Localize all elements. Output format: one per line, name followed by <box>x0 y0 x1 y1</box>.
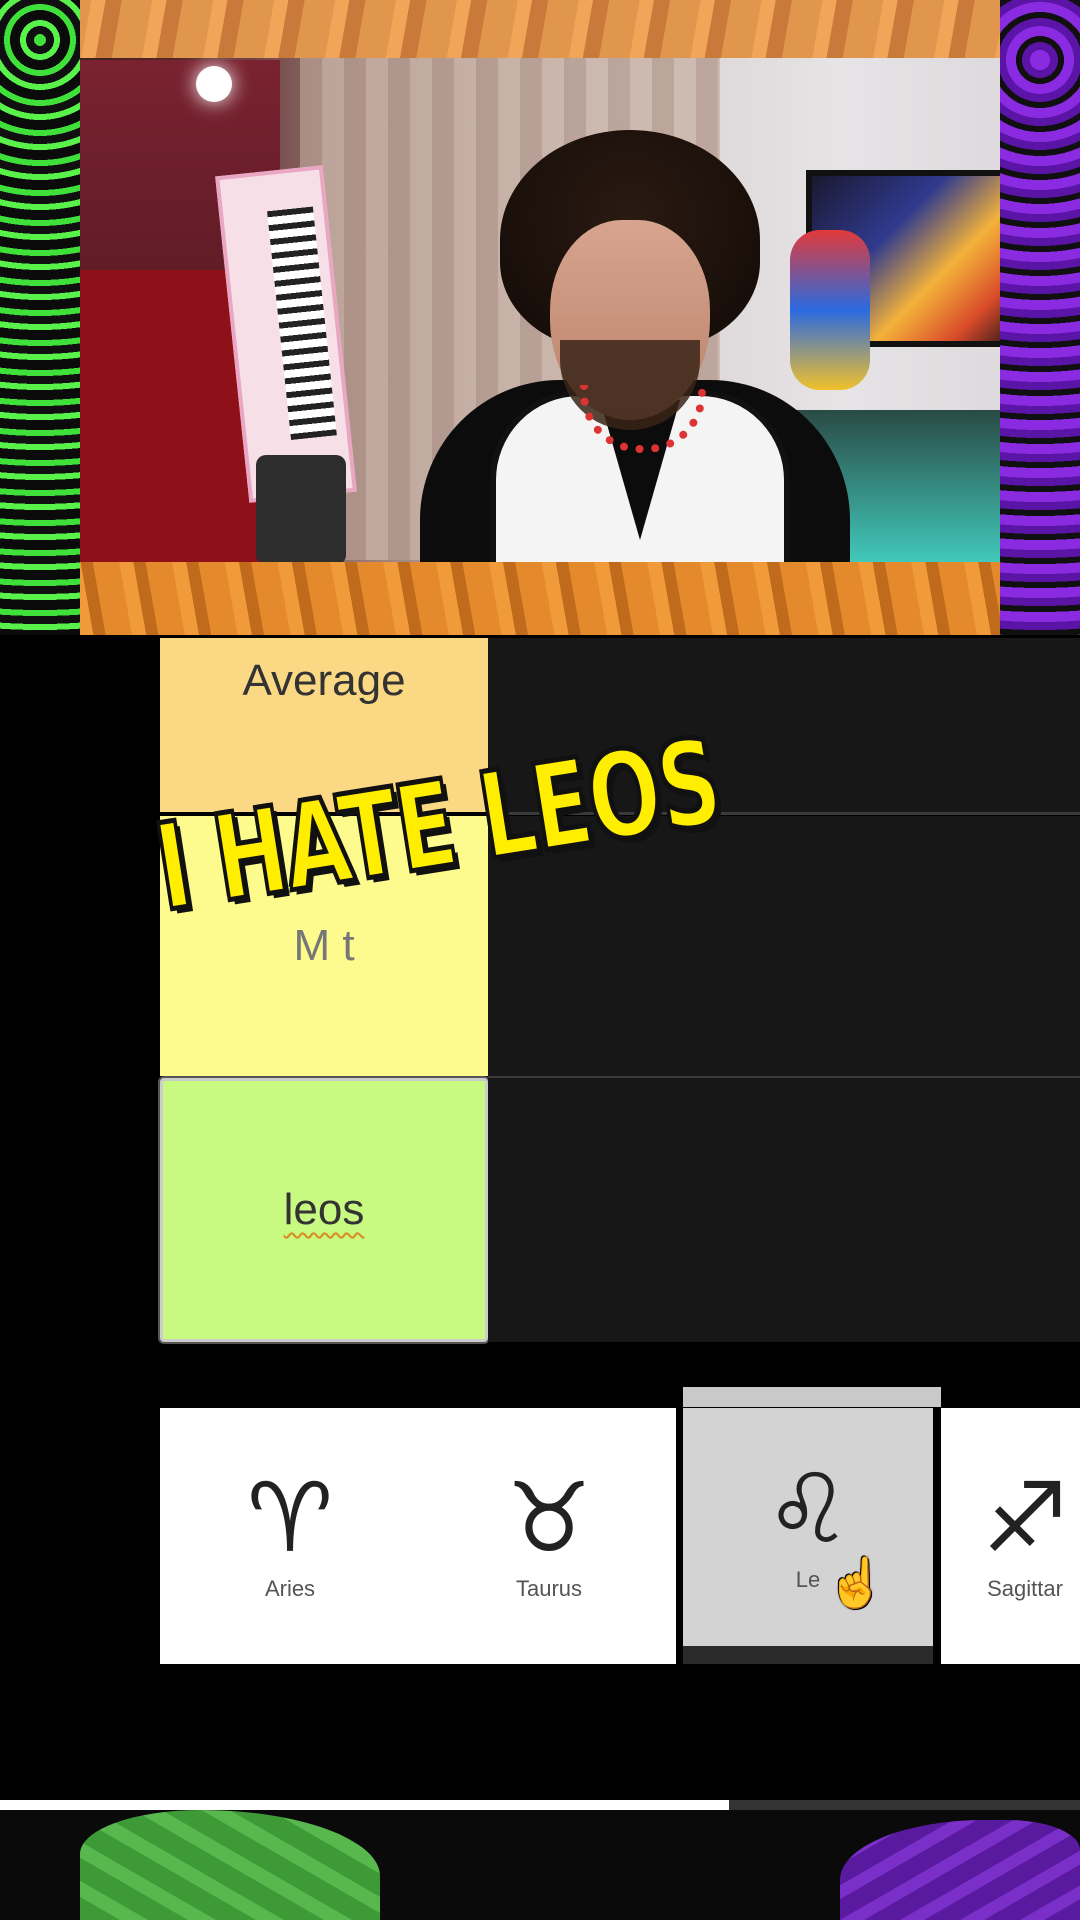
sign-name: Aries <box>264 1576 316 1601</box>
tier-drop-zone[interactable] <box>488 1078 1080 1342</box>
sign-card-taurus[interactable]: ♉ Taurus <box>424 1408 674 1664</box>
frame-purple-right <box>1000 0 1080 635</box>
selected-tab-band <box>683 1387 941 1407</box>
streamer <box>410 130 870 635</box>
purple-scribble <box>840 1820 1080 1920</box>
video-progress-fill <box>0 1800 729 1810</box>
leo-card-shadow <box>683 1646 933 1664</box>
hand-pointer-cursor-icon: ☝ <box>826 1557 886 1610</box>
frame-green-left <box>0 0 80 635</box>
sign-card-sagittarius[interactable]: ♐ Sagittar <box>935 1408 1080 1664</box>
video-progress-bar[interactable] <box>0 1800 1080 1810</box>
frame-orange-top <box>0 0 1080 58</box>
sign-card-aries[interactable]: ♈ Aries <box>165 1408 415 1664</box>
sagittarius-icon: ♐ <box>981 1462 1069 1574</box>
sign-name: Taurus <box>515 1576 583 1601</box>
tier-row-leos: leos <box>160 1078 1080 1342</box>
webcam-feed <box>0 0 1080 635</box>
tier-label-text: M t <box>293 921 355 970</box>
aries-icon: ♈ <box>246 1462 334 1574</box>
leo-icon: ♌ <box>764 1453 852 1565</box>
tier-label-leos[interactable]: leos <box>160 1078 488 1342</box>
tier-label-text: Average <box>242 656 406 705</box>
speaker <box>256 455 346 565</box>
green-scribble <box>80 1810 380 1920</box>
sign-card-leo[interactable]: ♌ Le <box>683 1408 933 1646</box>
taurus-icon: ♉ <box>505 1462 593 1574</box>
frame-orange-bottom <box>0 562 1080 635</box>
sign-name: Le <box>795 1567 821 1592</box>
ceiling-lamp <box>196 66 232 102</box>
sign-name: Sagittar <box>987 1576 1063 1601</box>
tier-label-text: leos <box>283 1185 365 1234</box>
bottom-decoration <box>0 1810 1080 1920</box>
